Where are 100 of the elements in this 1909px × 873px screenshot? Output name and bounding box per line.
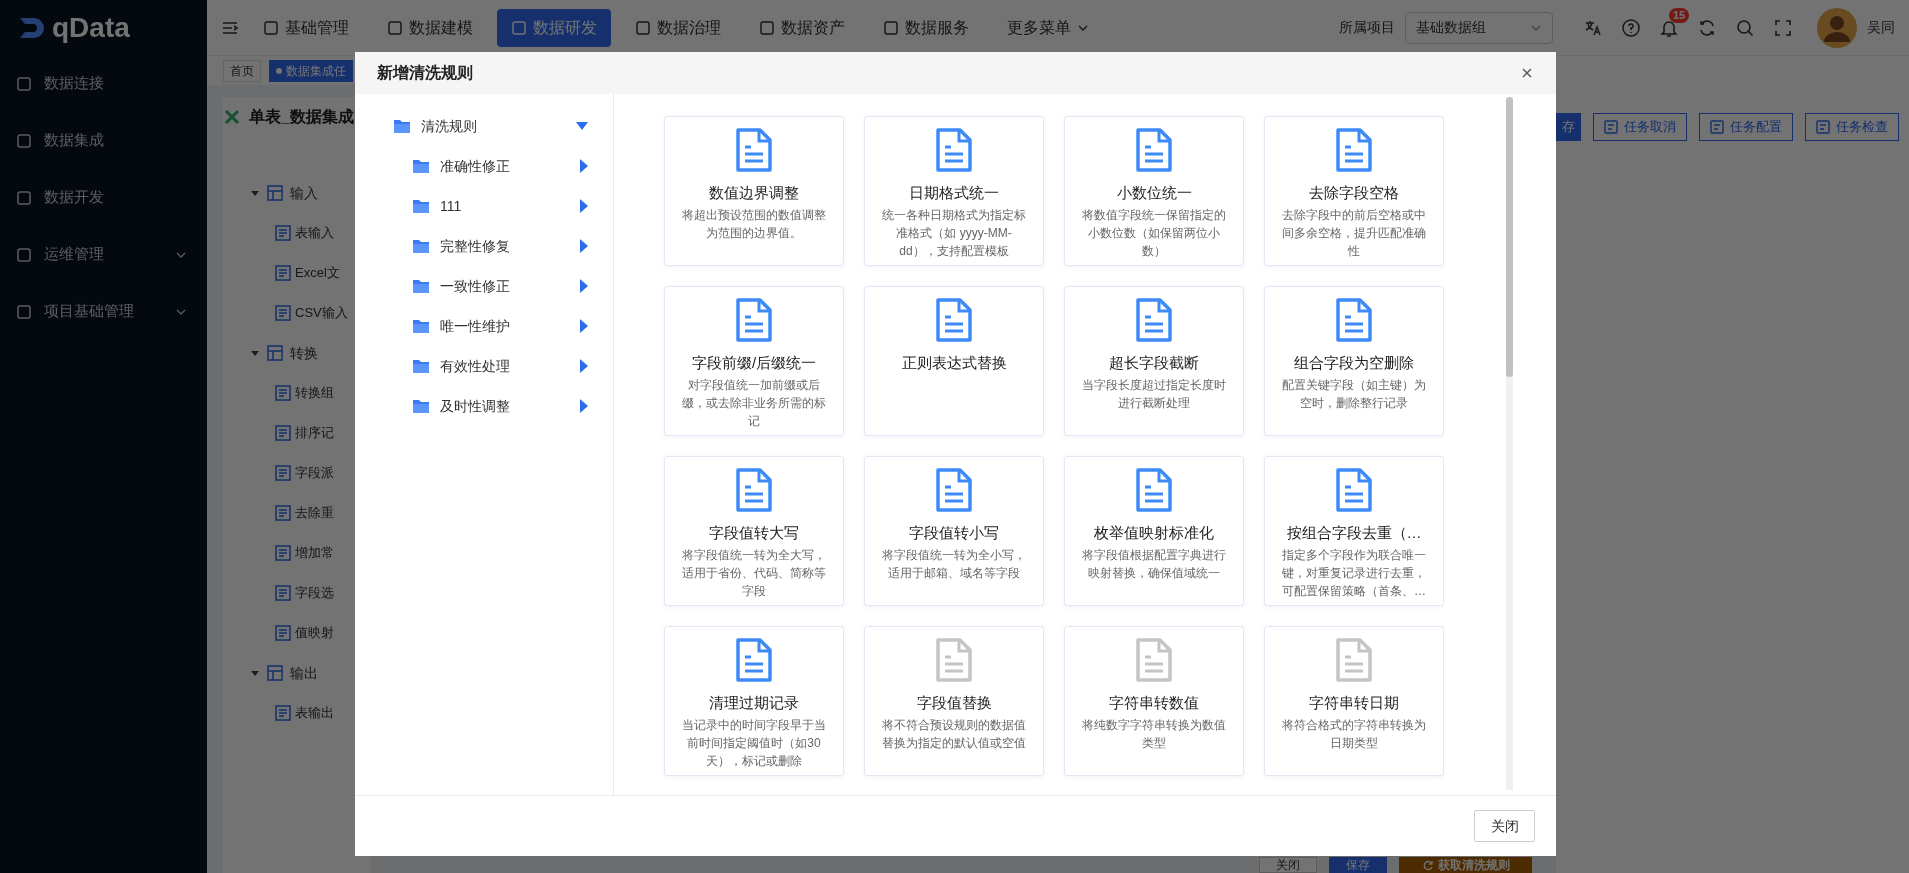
tree-item-label[interactable]: CSV输入 bbox=[295, 303, 348, 323]
rule-description: 统一各种日期格式为指定标准格式（如 yyyy-MM-dd），支持配置模板 bbox=[881, 207, 1027, 260]
nav-tab[interactable]: 基础管理 bbox=[249, 8, 363, 47]
folder-icon bbox=[412, 318, 430, 334]
rule-card[interactable]: 按组合字段去重（… 指定多个字段作为联合唯一键，对重复记录进行去重，可配置保留策略（首条、… bbox=[1264, 456, 1444, 606]
folder-icon bbox=[412, 278, 430, 294]
rule-card[interactable]: 字段值转大写 将字段值统一转为全大写，适用于省份、代码、简称等字段 bbox=[664, 456, 844, 606]
tree-item-label[interactable]: 增加常 bbox=[295, 543, 334, 563]
sidebar-item[interactable]: 数据集成 bbox=[0, 112, 207, 169]
nav-tab[interactable]: 数据服务 bbox=[869, 8, 983, 47]
rule-card[interactable]: 枚举值映射标准化 将字段值根据配置字典进行映射替换，确保值域统一 bbox=[1064, 456, 1244, 606]
rule-card[interactable]: 去除字段空格 去除字段中的前后空格或中间多余空格，提升匹配准确性 bbox=[1264, 116, 1444, 266]
rule-title: 清理过期记录 bbox=[709, 693, 799, 713]
tree-item-label[interactable]: 字段派 bbox=[295, 463, 334, 483]
rule-title: 字段值转小写 bbox=[909, 523, 999, 543]
folder-icon bbox=[412, 158, 430, 174]
rule-card[interactable]: 清理过期记录 当记录中的时间字段早于当前时间指定阈值时（如30天），标记或删除 bbox=[664, 626, 844, 776]
rule-card[interactable]: 小数位统一 将数值字段统一保留指定的小数位数（如保留两位小数） bbox=[1064, 116, 1244, 266]
logo-text: qData bbox=[52, 10, 130, 45]
user-name: 吴同 bbox=[1867, 18, 1895, 37]
fullscreen-icon bbox=[1773, 17, 1793, 38]
footer-button[interactable]: 获取清洗规则 bbox=[1399, 857, 1532, 873]
toolbar-button[interactable]: 任务检查 bbox=[1805, 113, 1899, 141]
nav-tab[interactable]: 数据研发 bbox=[497, 8, 611, 47]
rule-description: 当字段长度超过指定长度时进行截断处理 bbox=[1081, 377, 1227, 412]
list-icon bbox=[275, 225, 291, 241]
rule-description: 指定多个字段作为联合唯一键，对重复记录进行去重，可配置保留策略（首条、… bbox=[1281, 547, 1427, 600]
rule-description: 将字段值根据配置字典进行映射替换，确保值域统一 bbox=[1081, 547, 1227, 582]
nav-tab[interactable]: 数据资产 bbox=[745, 8, 859, 47]
page-tab[interactable]: 数据集成任 bbox=[269, 59, 353, 82]
tree-node[interactable]: 一致性修正 bbox=[355, 266, 613, 306]
footer-button[interactable]: 保存 bbox=[1329, 857, 1387, 873]
tree-group-label[interactable]: 转换 bbox=[290, 342, 318, 364]
square-icon bbox=[387, 19, 403, 36]
square-icon bbox=[16, 75, 32, 92]
tree-item-label[interactable]: Excel文 bbox=[295, 263, 340, 283]
toolbar-button[interactable]: 存 bbox=[1556, 113, 1581, 141]
tree-item-label[interactable]: 表输出 bbox=[295, 703, 334, 723]
cross-icon bbox=[223, 108, 241, 126]
document-icon bbox=[1710, 120, 1724, 134]
sidebar-item[interactable]: 数据开发 bbox=[0, 169, 207, 226]
folder-icon bbox=[412, 398, 430, 414]
footer-button[interactable]: 关闭 bbox=[1259, 857, 1317, 873]
sidebar-item[interactable]: 项目基础管理 bbox=[0, 283, 207, 340]
list-icon bbox=[275, 505, 291, 521]
tree-item-label[interactable]: 排序记 bbox=[295, 423, 334, 443]
sidebar-item[interactable]: 运维管理 bbox=[0, 226, 207, 283]
tree-node[interactable]: 清洗规则 bbox=[355, 106, 613, 146]
tree-group-label[interactable]: 输出 bbox=[290, 662, 318, 684]
rule-card[interactable]: 正则表达式替换 bbox=[864, 286, 1044, 436]
nav-tab[interactable]: 数据建模 bbox=[373, 8, 487, 47]
tree-node[interactable]: 完整性修复 bbox=[355, 226, 613, 266]
tree-node[interactable]: 唯一性维护 bbox=[355, 306, 613, 346]
tree-node[interactable]: 及时性调整 bbox=[355, 386, 613, 426]
rule-title: 正则表达式替换 bbox=[901, 353, 1007, 373]
list-icon bbox=[275, 625, 291, 641]
scrollbar-thumb[interactable] bbox=[1506, 97, 1513, 377]
rule-card[interactable]: 超长字段截断 当字段长度超过指定长度时进行截断处理 bbox=[1064, 286, 1244, 436]
tree-item-label[interactable]: 字段选 bbox=[295, 583, 334, 603]
rule-title: 小数位统一 bbox=[1116, 183, 1192, 203]
list-icon bbox=[275, 545, 291, 561]
rule-description: 将不符合预设规则的数据值替换为指定的默认值或空值 bbox=[881, 717, 1027, 752]
rule-card[interactable]: 组合字段为空删除 配置关键字段（如主键）为空时，删除整行记录 bbox=[1264, 286, 1444, 436]
rule-title: 数值边界调整 bbox=[709, 183, 799, 203]
list-icon bbox=[275, 465, 291, 481]
square-icon bbox=[16, 246, 32, 263]
rule-title: 字段值转大写 bbox=[709, 523, 799, 543]
nav-tab[interactable]: 数据治理 bbox=[621, 8, 735, 47]
rule-description: 将符合格式的字符串转换为日期类型 bbox=[1281, 717, 1427, 752]
project-select[interactable]: 基础数据组 bbox=[1405, 11, 1553, 44]
table-icon bbox=[266, 344, 284, 362]
document-icon bbox=[1604, 120, 1618, 134]
tree-node[interactable]: 准确性修正 bbox=[355, 146, 613, 186]
list-icon bbox=[275, 305, 291, 321]
rule-card[interactable]: 字段前缀/后缀统一 对字段值统一加前缀或后缀，或去除非业务所需的标记 bbox=[664, 286, 844, 436]
folder-icon bbox=[412, 238, 430, 254]
rule-card[interactable]: 字段值转小写 将字段值统一转为全小写，适用于邮箱、域名等字段 bbox=[864, 456, 1044, 606]
tree-item-label[interactable]: 表输入 bbox=[295, 223, 334, 243]
square-icon bbox=[16, 303, 32, 320]
list-icon bbox=[275, 425, 291, 441]
sidebar-item[interactable]: 数据连接 bbox=[0, 55, 207, 112]
rule-card[interactable]: 数值边界调整 将超出预设范围的数值调整为范围的边界值。 bbox=[664, 116, 844, 266]
tree-item-label[interactable]: 去除重 bbox=[295, 503, 334, 523]
table-icon bbox=[266, 184, 284, 202]
square-icon bbox=[16, 189, 32, 206]
close-button[interactable]: 关闭 bbox=[1474, 810, 1535, 842]
rule-title: 去除字段空格 bbox=[1309, 183, 1399, 203]
nav-tab[interactable]: 更多菜单 bbox=[993, 8, 1103, 47]
toolbar-button[interactable]: 任务配置 bbox=[1699, 113, 1793, 141]
toolbar-button[interactable]: 任务取消 bbox=[1593, 113, 1687, 141]
rule-description: 将超出预设范围的数值调整为范围的边界值。 bbox=[681, 207, 827, 242]
tree-item-label[interactable]: 转换组 bbox=[295, 383, 334, 403]
rule-card[interactable]: 日期格式统一 统一各种日期格式为指定标准格式（如 yyyy-MM-dd），支持配置模板 bbox=[864, 116, 1044, 266]
tree-node[interactable]: 有效性处理 bbox=[355, 346, 613, 386]
tree-group-label[interactable]: 输入 bbox=[290, 182, 318, 204]
tree-item-label[interactable]: 值映射 bbox=[295, 623, 334, 643]
tree-node[interactable]: 111 bbox=[355, 186, 613, 226]
rule-title: 超长字段截断 bbox=[1109, 353, 1199, 373]
dialog-title: 新增清洗规则 bbox=[377, 63, 473, 83]
page-tab[interactable]: 首页 bbox=[223, 59, 261, 82]
